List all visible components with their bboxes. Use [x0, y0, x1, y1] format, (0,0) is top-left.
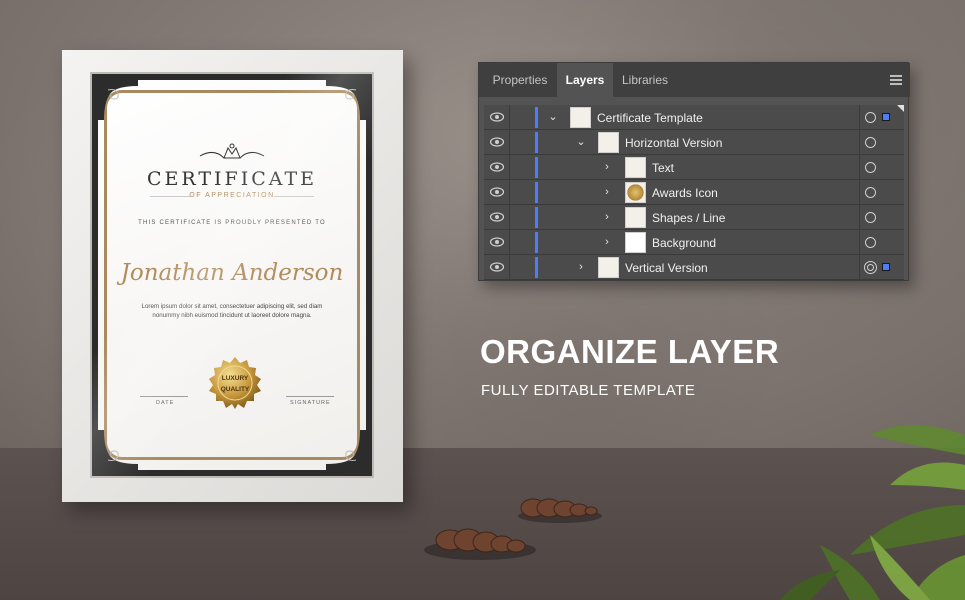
recipient-name: Jonathan Anderson — [120, 260, 344, 286]
chevron-right-icon[interactable]: › — [575, 260, 587, 274]
headline: ORGANIZE LAYER — [480, 333, 780, 370]
layer-name[interactable]: Certificate Template — [597, 111, 703, 125]
target-circle-icon[interactable] — [865, 137, 876, 148]
target-circle-icon[interactable] — [865, 237, 876, 248]
layer-name[interactable]: Horizontal Version — [625, 136, 722, 150]
layer-thumbnail — [625, 182, 646, 203]
column-divider — [859, 155, 860, 180]
pinecone-icon — [518, 498, 602, 523]
layer-row-horizontal-version[interactable]: ⌄ Horizontal Version — [484, 130, 904, 155]
layer-name[interactable]: Background — [652, 236, 716, 250]
column-divider — [859, 205, 860, 230]
presented-text: THIS CERTIFICATE IS PROUDLY PRESENTED TO — [138, 220, 326, 226]
layer-row-text[interactable]: › Text — [484, 155, 904, 180]
layer-color-bar — [535, 257, 538, 278]
eye-icon[interactable] — [490, 186, 504, 198]
corner-ornament-icon — [98, 430, 138, 470]
layer-thumbnail — [598, 257, 619, 278]
crown-ornament-icon — [199, 143, 265, 159]
date-label: DATE — [156, 400, 175, 406]
corner-ornament-icon — [326, 80, 366, 120]
layer-color-bar — [535, 207, 538, 228]
seal-text-bottom: QUALITY — [221, 386, 250, 393]
chevron-down-icon[interactable]: ⌄ — [547, 110, 559, 124]
layer-thumbnail — [570, 107, 591, 128]
layer-color-bar — [535, 157, 538, 178]
layer-name[interactable]: Shapes / Line — [652, 211, 725, 225]
layer-color-bar — [535, 232, 538, 253]
layer-color-bar — [535, 107, 538, 128]
corner-ornament-icon — [326, 430, 366, 470]
certificate: CERTIFICATE OF APPRECIATION THIS CERTIFI… — [98, 80, 366, 470]
layer-thumbnail — [625, 207, 646, 228]
signature-line — [286, 396, 334, 397]
chevron-down-icon[interactable]: ⌄ — [575, 135, 587, 149]
target-circle-icon[interactable] — [865, 187, 876, 198]
eye-icon[interactable] — [490, 211, 504, 223]
selection-indicator[interactable] — [882, 113, 890, 121]
chevron-right-icon[interactable]: › — [601, 210, 613, 224]
layer-name[interactable]: Awards Icon — [652, 186, 718, 200]
column-divider — [859, 105, 860, 130]
column-divider — [509, 230, 510, 255]
column-divider — [509, 205, 510, 230]
certificate-body: Lorem ipsum dolor sit amet, consectetuer… — [128, 302, 336, 320]
body-line: nonummy nibh euismod tincidunt ut laoree… — [152, 312, 312, 319]
layer-row-vertical-version[interactable]: › Vertical Version — [484, 255, 904, 280]
layer-list: ⌄ Certificate Template ⌄ Horizontal Vers… — [484, 105, 904, 280]
corner-marker — [897, 105, 904, 112]
layer-row-awards-icon[interactable]: › Awards Icon — [484, 180, 904, 205]
layer-color-bar — [535, 132, 538, 153]
seal-text-top: LUXURY — [222, 375, 249, 382]
layer-thumbnail — [625, 232, 646, 253]
layer-name[interactable]: Vertical Version — [625, 261, 708, 275]
layers-panel: Properties Layers Libraries ⌄ Certificat… — [478, 62, 910, 281]
eye-icon[interactable] — [490, 111, 504, 123]
subline: FULLY EDITABLE TEMPLATE — [481, 382, 696, 399]
column-divider — [509, 105, 510, 130]
column-divider — [509, 255, 510, 280]
gold-seal-icon: LUXURY QUALITY — [209, 357, 261, 409]
plant-icon — [780, 425, 965, 600]
panel-menu-icon[interactable] — [890, 75, 902, 85]
layer-name[interactable]: Text — [652, 161, 674, 175]
eye-icon[interactable] — [490, 161, 504, 173]
certificate-subtitle: OF APPRECIATION — [189, 192, 275, 199]
body-line: Lorem ipsum dolor sit amet, consectetuer… — [141, 303, 323, 310]
layer-thumbnail — [598, 132, 619, 153]
target-double-circle-icon[interactable] — [864, 261, 877, 274]
chevron-right-icon[interactable]: › — [601, 235, 613, 249]
corner-ornament-icon — [98, 80, 138, 120]
column-divider — [509, 130, 510, 155]
picture-frame: CERTIFICATE OF APPRECIATION THIS CERTIFI… — [62, 50, 403, 502]
target-circle-icon[interactable] — [865, 112, 876, 123]
layer-row-shapes-line[interactable]: › Shapes / Line — [484, 205, 904, 230]
layer-thumbnail — [625, 157, 646, 178]
signature-label: SIGNATURE — [290, 400, 331, 406]
column-divider — [509, 155, 510, 180]
eye-icon[interactable] — [490, 236, 504, 248]
column-divider — [859, 255, 860, 280]
eye-icon[interactable] — [490, 261, 504, 273]
frame-mat: CERTIFICATE OF APPRECIATION THIS CERTIFI… — [90, 72, 374, 478]
layer-row-background[interactable]: › Background — [484, 230, 904, 255]
column-divider — [859, 180, 860, 205]
chevron-right-icon[interactable]: › — [601, 160, 613, 174]
tab-layers[interactable]: Layers — [557, 63, 613, 97]
chevron-right-icon[interactable]: › — [601, 185, 613, 199]
eye-icon[interactable] — [490, 136, 504, 148]
layer-color-bar — [535, 182, 538, 203]
panel-tabbar: Properties Layers Libraries — [479, 63, 910, 97]
certificate-title: CERTIFICATE — [146, 168, 317, 190]
date-line — [140, 396, 188, 397]
column-divider — [859, 230, 860, 255]
selection-indicator[interactable] — [882, 263, 890, 271]
column-divider — [859, 130, 860, 155]
tab-properties[interactable]: Properties — [483, 63, 557, 97]
target-circle-icon[interactable] — [865, 162, 876, 173]
column-divider — [509, 180, 510, 205]
target-circle-icon[interactable] — [865, 212, 876, 223]
layer-row-certificate-template[interactable]: ⌄ Certificate Template — [484, 105, 904, 130]
tab-libraries[interactable]: Libraries — [613, 63, 677, 97]
